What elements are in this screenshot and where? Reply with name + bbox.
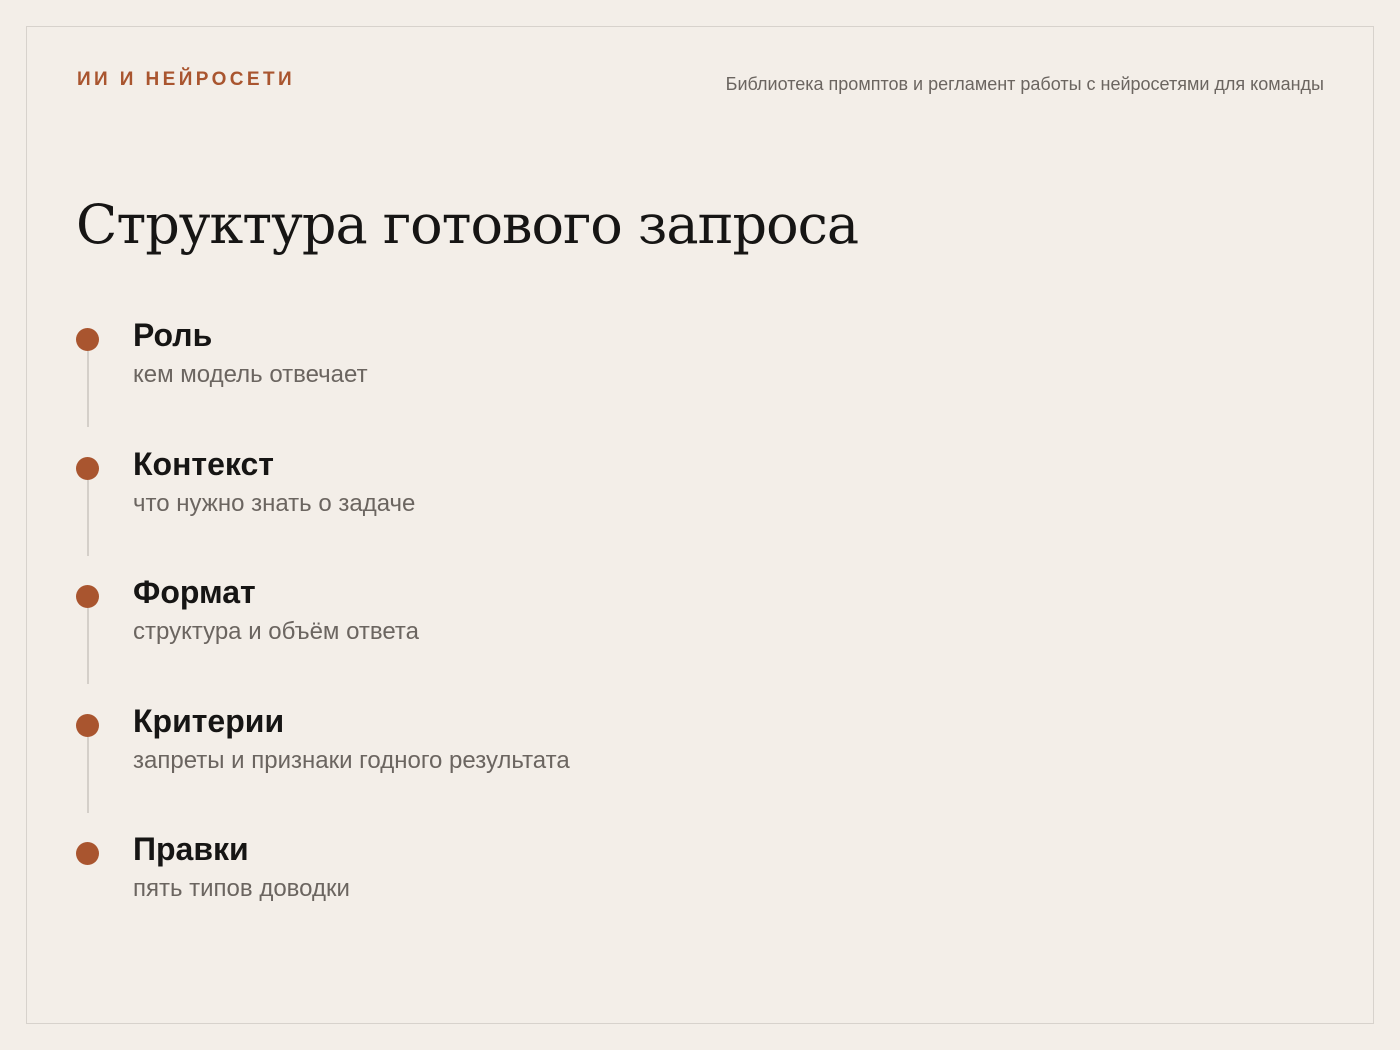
timeline-step: Контекст что нужно знать о задаче [76, 442, 570, 571]
connector-line [86, 736, 89, 813]
bullet-dot-icon [76, 842, 99, 865]
step-title: Критерии [133, 702, 285, 739]
timeline-step: Роль кем модель отвечает [76, 313, 570, 442]
bullet-dot-icon [76, 585, 99, 608]
timeline-step: Формат структура и объём ответа [76, 570, 570, 699]
connector-line [86, 351, 89, 427]
header-tagline: Библиотека промптов и регламент работы с… [725, 74, 1324, 94]
page-title: Структура готового запроса [76, 193, 859, 256]
step-title: Роль [133, 317, 213, 353]
step-description: что нужно знать о задаче [133, 489, 416, 517]
timeline-step: Правки пять типов доводки [76, 827, 570, 956]
step-title: Правки [133, 831, 249, 867]
slide-frame: ИИ И НЕЙРОСЕТИ Библиотека промптов и рег… [26, 26, 1374, 1024]
timeline-step: Критерии запреты и признаки годного резу… [76, 699, 570, 828]
bullet-dot-icon [76, 456, 99, 480]
steps-timeline: Роль кем модель отвечает Контекст что ну… [76, 313, 570, 956]
connector-line [86, 479, 89, 556]
step-description: кем модель отвечает [133, 361, 368, 388]
bullet-dot-icon [76, 328, 99, 351]
step-title: Формат [133, 574, 256, 610]
bullet-dot-icon [76, 713, 99, 737]
step-title: Контекст [133, 445, 274, 482]
step-description: пять типов доводки [133, 875, 350, 902]
connector-line [86, 608, 89, 684]
step-description: структура и объём ответа [133, 618, 419, 645]
section-eyebrow: ИИ И НЕЙРОСЕТИ [77, 69, 296, 90]
step-description: запреты и признаки годного результата [133, 746, 570, 774]
